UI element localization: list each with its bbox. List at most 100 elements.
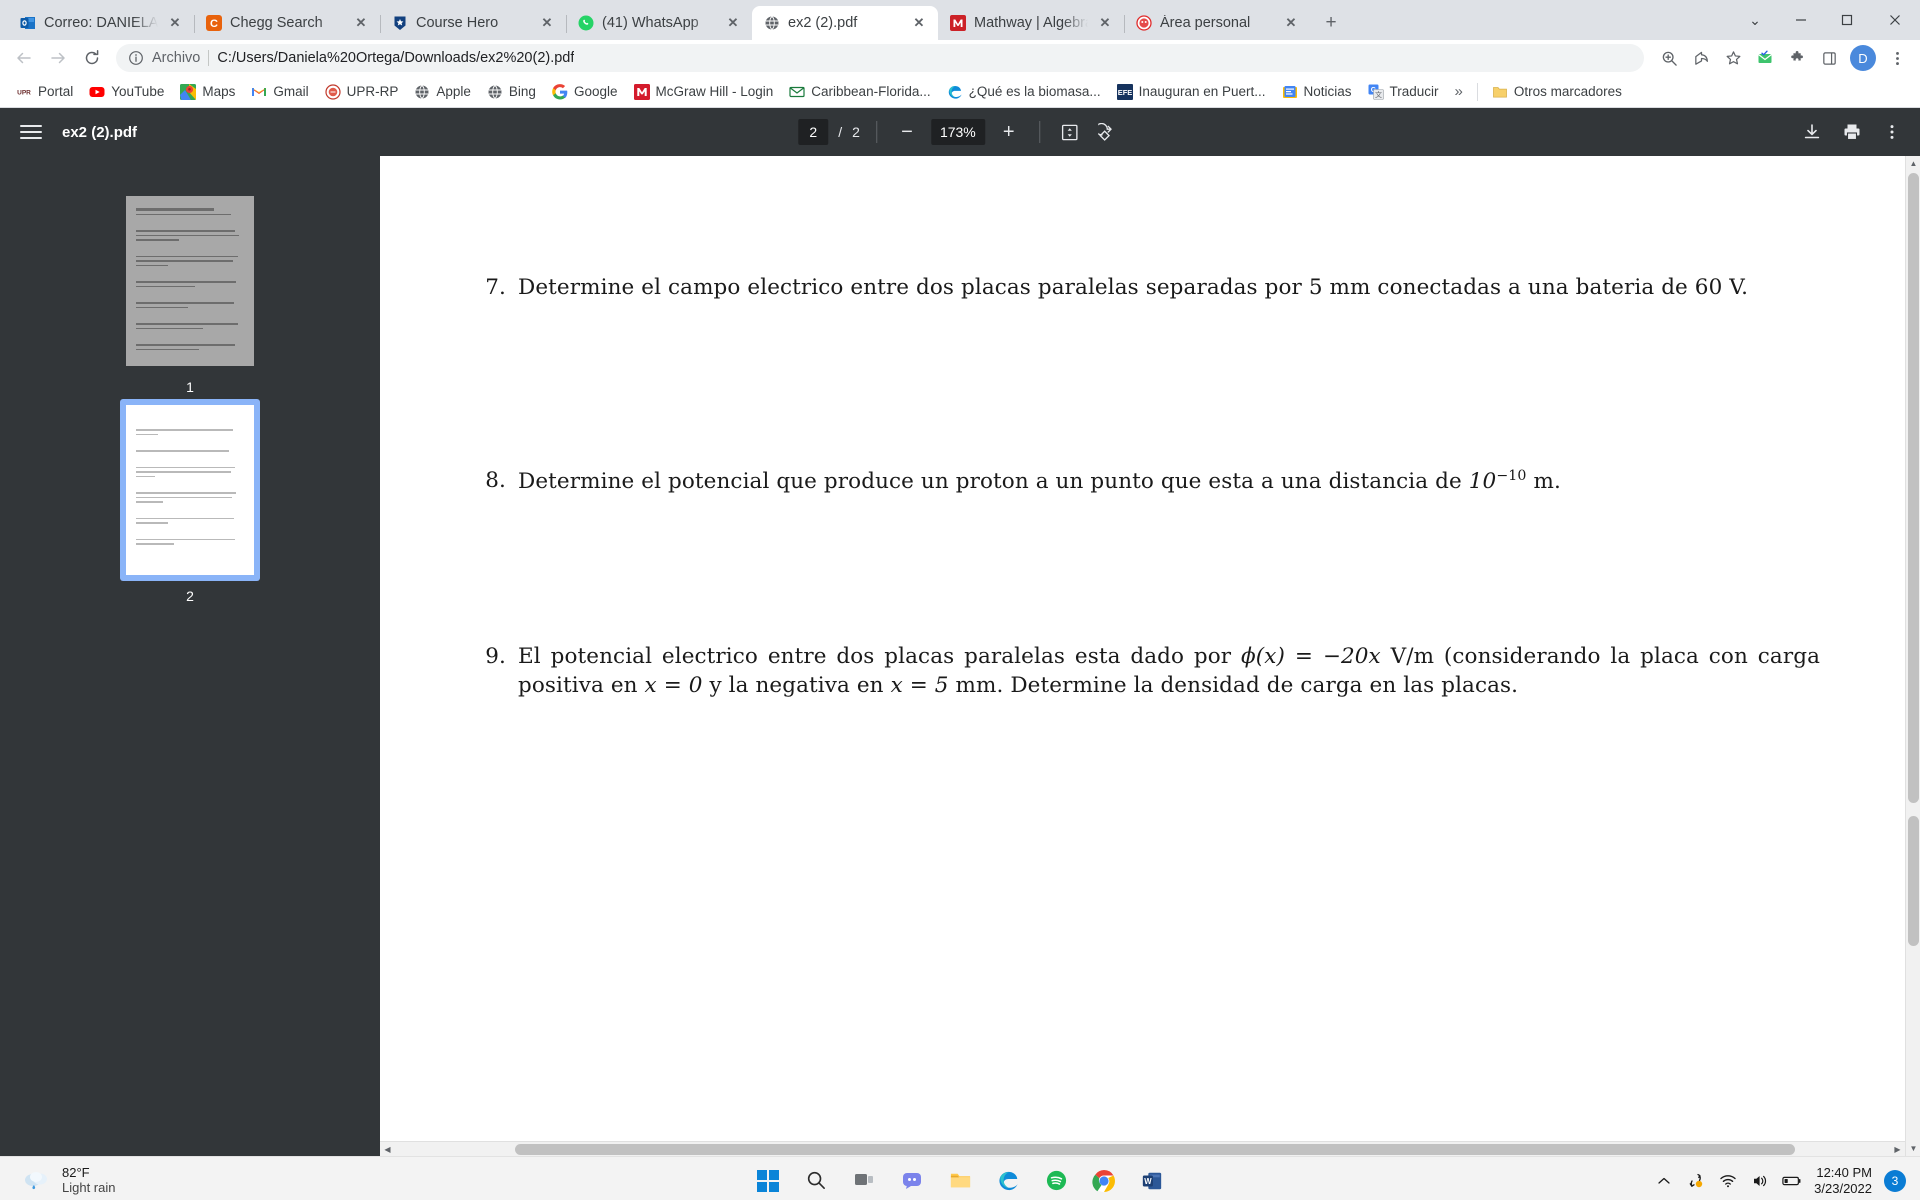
- browser-tab-6[interactable]: Área personal ✕: [1124, 6, 1310, 40]
- bookmark-google[interactable]: Google: [544, 80, 626, 104]
- page-info-icon[interactable]: [128, 50, 144, 66]
- speaker-icon[interactable]: [1750, 1171, 1770, 1191]
- search-button[interactable]: [799, 1164, 833, 1198]
- tab-close-icon[interactable]: ✕: [538, 14, 556, 32]
- word-button[interactable]: W: [1135, 1164, 1169, 1198]
- scroll-up-arrow[interactable]: ▲: [1906, 156, 1920, 171]
- minimize-button[interactable]: [1778, 0, 1824, 40]
- thumbnail-label: 1: [186, 379, 194, 395]
- bookmark-label: Caribbean-Florida...: [811, 84, 931, 99]
- chrome-button[interactable]: [1087, 1164, 1121, 1198]
- taskbar-app-icons: W: [751, 1164, 1169, 1198]
- horizontal-scroll-thumb[interactable]: [515, 1144, 1795, 1155]
- extensions-puzzle-icon[interactable]: [1782, 43, 1812, 73]
- new-tab-button[interactable]: +: [1316, 8, 1346, 38]
- notification-badge[interactable]: 3: [1884, 1169, 1906, 1192]
- bookmark-bing[interactable]: Bing: [479, 80, 544, 104]
- pdf-thumbnail-2[interactable]: 2: [120, 399, 260, 604]
- bookmark-inauguran-en-puerto[interactable]: EFE Inauguran en Puert...: [1109, 80, 1274, 104]
- horizontal-scrollbar[interactable]: ◀ ▶: [380, 1141, 1905, 1156]
- pdf-viewer: ex2 (2).pdf 2 / 2 − 173% + 1 2 7. Determ…: [0, 108, 1920, 1156]
- bookmark-label: YouTube: [111, 84, 165, 99]
- onedrive-sync-icon[interactable]: [1686, 1171, 1706, 1191]
- side-panel-icon[interactable]: [1814, 43, 1844, 73]
- share-icon[interactable]: [1686, 43, 1716, 73]
- text-segment: mm. Determine la densidad de carga en la…: [948, 672, 1519, 698]
- tab-close-icon[interactable]: ✕: [166, 14, 184, 32]
- tab-close-icon[interactable]: ✕: [1282, 14, 1300, 32]
- bookmark-caribbean-florida[interactable]: Caribbean-Florida...: [781, 80, 938, 104]
- start-button[interactable]: [751, 1164, 785, 1198]
- wifi-icon[interactable]: [1718, 1171, 1738, 1191]
- zoom-in-button[interactable]: +: [995, 118, 1023, 146]
- vertical-scroll-thumb-lower[interactable]: [1908, 816, 1919, 946]
- fit-page-button[interactable]: [1056, 118, 1084, 146]
- bookmark-maps[interactable]: Maps: [172, 80, 243, 104]
- clock-date: 3/23/2022: [1814, 1180, 1872, 1196]
- weather-widget[interactable]: 82°F Light rain: [0, 1165, 115, 1196]
- other-bookmarks-label: Otros marcadores: [1513, 84, 1622, 99]
- spotify-button[interactable]: [1039, 1164, 1073, 1198]
- teams-chat-button[interactable]: [895, 1164, 929, 1198]
- browser-tab-3[interactable]: (41) WhatsApp ✕: [566, 6, 752, 40]
- more-vertical-icon[interactable]: [1878, 118, 1906, 146]
- bookmark-upr-rp[interactable]: UPR-RP: [317, 80, 407, 104]
- chrome-menu-icon[interactable]: [1882, 43, 1912, 73]
- bookmark-gmail[interactable]: Gmail: [243, 80, 316, 104]
- address-bar[interactable]: Archivo C:/Users/Daniela%20Ortega/Downlo…: [116, 44, 1644, 72]
- back-button[interactable]: [8, 42, 40, 74]
- edge-button[interactable]: [991, 1164, 1025, 1198]
- browser-tab-5[interactable]: Mathway | Algebra Pr ✕: [938, 6, 1125, 40]
- battery-icon[interactable]: [1782, 1171, 1802, 1191]
- chevron-up-icon[interactable]: [1654, 1171, 1674, 1191]
- browser-tab-4-active[interactable]: ex2 (2).pdf ✕: [752, 6, 938, 40]
- pdf-document-area[interactable]: 7. Determine el campo electrico entre do…: [380, 156, 1920, 1156]
- zoom-out-button[interactable]: −: [893, 118, 921, 146]
- browser-tab-2[interactable]: Course Hero ✕: [380, 6, 567, 40]
- zoom-indicator-icon[interactable]: [1654, 43, 1684, 73]
- page-number-input[interactable]: 2: [798, 119, 829, 145]
- scroll-down-arrow[interactable]: ▼: [1906, 1141, 1920, 1156]
- print-icon[interactable]: [1838, 118, 1866, 146]
- bookmark-portal[interactable]: UPR Portal: [8, 80, 81, 104]
- sidebar-toggle-icon[interactable]: [14, 115, 48, 149]
- system-tray: 12:40 PM 3/23/2022 3: [1654, 1165, 1906, 1196]
- file-explorer-button[interactable]: [943, 1164, 977, 1198]
- tab-close-icon[interactable]: ✕: [352, 14, 370, 32]
- forward-button[interactable]: [42, 42, 74, 74]
- bookmark-youtube[interactable]: YouTube: [81, 80, 172, 104]
- scroll-right-arrow[interactable]: ▶: [1890, 1142, 1905, 1157]
- rotate-button[interactable]: [1094, 118, 1122, 146]
- tab-close-icon[interactable]: ✕: [724, 14, 742, 32]
- profile-avatar[interactable]: D: [1850, 45, 1876, 71]
- vertical-scroll-thumb[interactable]: [1908, 173, 1919, 803]
- bookmark-que-es-la-biomasa[interactable]: ¿Qué es la biomasa...: [939, 80, 1109, 104]
- bookmark-noticias[interactable]: Noticias: [1274, 80, 1360, 104]
- browser-tab-label: (41) WhatsApp: [602, 15, 699, 31]
- tab-search-icon[interactable]: ⌄: [1732, 0, 1778, 40]
- pdf-thumbnail-1[interactable]: 1: [120, 190, 260, 395]
- zoom-level-input[interactable]: 173%: [930, 119, 985, 145]
- tab-close-icon[interactable]: ✕: [910, 14, 928, 32]
- bookmarks-overflow-button[interactable]: »: [1447, 79, 1471, 104]
- bookmark-star-icon[interactable]: [1718, 43, 1748, 73]
- browser-tab-1[interactable]: C Chegg Search ✕: [194, 6, 381, 40]
- grammarly-extension-icon[interactable]: [1750, 43, 1780, 73]
- reload-button[interactable]: [76, 42, 108, 74]
- google-translate-icon: G 文: [1368, 84, 1384, 100]
- browser-tab-0[interactable]: Correo: DANIELA S OR ✕: [8, 6, 195, 40]
- scroll-left-arrow[interactable]: ◀: [380, 1142, 395, 1157]
- taskbar-clock[interactable]: 12:40 PM 3/23/2022: [1814, 1165, 1872, 1196]
- maximize-button[interactable]: [1824, 0, 1870, 40]
- close-window-button[interactable]: [1870, 0, 1920, 40]
- text-segment: m.: [1526, 468, 1561, 494]
- tab-close-icon[interactable]: ✕: [1096, 14, 1114, 32]
- download-icon[interactable]: [1798, 118, 1826, 146]
- bookmark-apple[interactable]: Apple: [406, 80, 479, 104]
- other-bookmarks-button[interactable]: Otros marcadores: [1484, 80, 1630, 104]
- vertical-scrollbar[interactable]: ▲ ▼: [1905, 156, 1920, 1156]
- bookmark-mcgraw-hill[interactable]: McGraw Hill - Login: [626, 80, 782, 104]
- bookmark-label: McGraw Hill - Login: [655, 84, 774, 99]
- bookmark-traducir[interactable]: G 文 Traducir: [1360, 80, 1447, 104]
- task-view-button[interactable]: [847, 1164, 881, 1198]
